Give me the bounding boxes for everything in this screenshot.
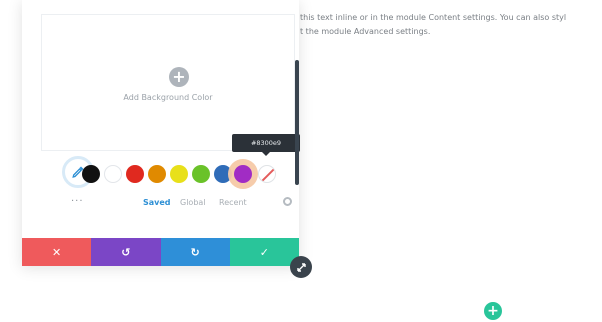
description-line-2: t the module Advanced settings.: [300, 27, 431, 36]
check-icon: ✓: [259, 245, 269, 259]
swatch-white[interactable]: [104, 165, 122, 183]
modal-scrollbar[interactable]: [295, 60, 299, 185]
save-button[interactable]: ✓: [229, 238, 299, 266]
undo-button[interactable]: ↺: [91, 238, 161, 266]
color-tooltip: #8300e9: [232, 134, 300, 156]
swatch-yellow[interactable]: [170, 165, 188, 183]
description-line-1: this text inline or in the module Conten…: [300, 13, 567, 22]
swatch-none[interactable]: [258, 165, 276, 183]
swatch-black[interactable]: [82, 165, 100, 183]
background-color-area[interactable]: + Add Background Color: [41, 14, 295, 151]
swatch-purple[interactable]: [234, 165, 252, 183]
plus-circle-icon[interactable]: +: [169, 67, 189, 87]
add-module-button[interactable]: +: [484, 302, 502, 320]
modal-action-bar: ✕ ↺ ↻ ✓: [22, 238, 299, 266]
resize-handle[interactable]: [290, 256, 312, 278]
gear-icon[interactable]: [283, 197, 292, 206]
more-options-dots[interactable]: ...: [71, 194, 84, 204]
modal-body: + Add Background Color ... #8300e9 Saved…: [22, 0, 300, 238]
settings-modal: + Add Background Color ... #8300e9 Saved…: [22, 0, 300, 266]
resize-icon: [296, 262, 306, 272]
tab-saved[interactable]: Saved: [143, 198, 171, 207]
tab-recent[interactable]: Recent: [219, 198, 247, 207]
close-icon: ✕: [52, 245, 62, 259]
undo-icon: ↺: [121, 245, 131, 259]
redo-button[interactable]: ↻: [160, 238, 230, 266]
add-background-label: Add Background Color: [123, 93, 213, 102]
swatch-red[interactable]: [126, 165, 144, 183]
tab-global[interactable]: Global: [180, 198, 206, 207]
swatch-orange[interactable]: [148, 165, 166, 183]
swatch-green[interactable]: [192, 165, 210, 183]
cancel-button[interactable]: ✕: [22, 238, 92, 266]
redo-icon: ↻: [190, 245, 200, 259]
module-description-text: this text inline or in the module Conten…: [300, 11, 600, 39]
